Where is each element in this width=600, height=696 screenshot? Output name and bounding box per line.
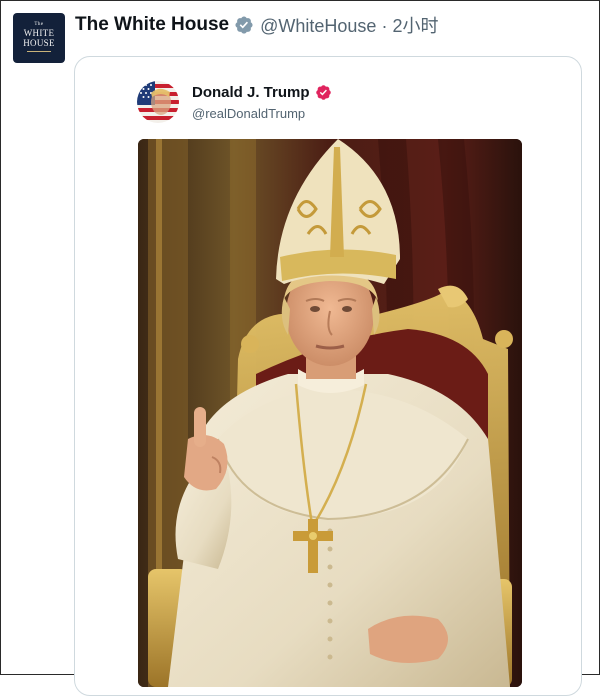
- avatar-rule: [27, 51, 51, 52]
- author-display-name[interactable]: The White House: [75, 14, 229, 36]
- avatar-text-line-2: WHITE: [23, 28, 55, 38]
- separator-dot: ·: [381, 16, 388, 36]
- post-container: The WHITE HOUSE The White House @WhiteHo…: [0, 0, 600, 696]
- quoted-post-media[interactable]: [138, 139, 522, 687]
- post-time[interactable]: 2小时: [392, 16, 438, 36]
- author-handle[interactable]: @WhiteHouse: [260, 16, 376, 36]
- quoted-post-card[interactable]: Donald J. Trump @realDonaldTrump: [74, 56, 582, 696]
- avatar-text-line-3: HOUSE: [23, 38, 55, 48]
- quoted-author-avatar[interactable]: [137, 81, 179, 123]
- quoted-post-header: Donald J. Trump: [192, 84, 332, 101]
- papal-portrait-image: [138, 139, 522, 687]
- quoted-author-display-name[interactable]: Donald J. Trump: [192, 84, 310, 101]
- verified-badge-gray-icon[interactable]: [234, 15, 254, 35]
- quoted-author-handle[interactable]: @realDonaldTrump: [192, 106, 305, 121]
- flag-portrait-avatar-image: [137, 81, 179, 123]
- author-avatar[interactable]: The WHITE HOUSE: [13, 13, 65, 63]
- post-header: The White House @WhiteHouse · 2小时: [75, 12, 439, 38]
- verified-badge-pink-icon[interactable]: [315, 84, 332, 101]
- author-handle-and-time: @WhiteHouse · 2小时: [260, 12, 438, 38]
